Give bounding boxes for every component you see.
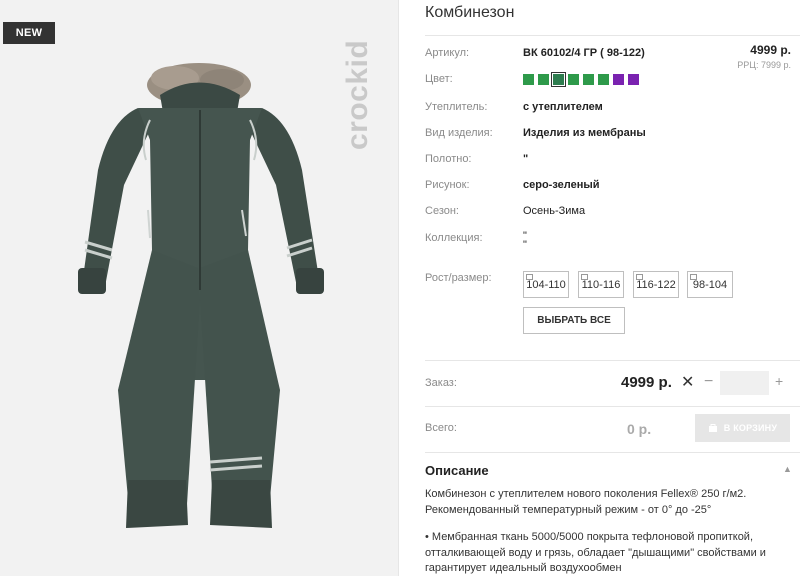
article-value: ВК 60102/4 ГР ( 98-122) bbox=[523, 47, 645, 59]
remove-icon[interactable]: ✕ bbox=[681, 372, 694, 392]
order-price: 4999 р. bbox=[621, 374, 672, 391]
rrp-price: РРЦ: 7999 р. bbox=[737, 60, 791, 70]
decrease-button[interactable]: − bbox=[704, 373, 713, 391]
divider bbox=[425, 452, 800, 453]
product-image-panel[interactable]: NEW crockid bbox=[0, 0, 398, 576]
color-swatch[interactable] bbox=[538, 74, 549, 85]
cart-icon bbox=[708, 424, 717, 432]
add-to-cart-button[interactable]: В КОРЗИНУ bbox=[695, 414, 790, 442]
description-paragraph: Комбинезон с утеплителем нового поколени… bbox=[425, 488, 747, 516]
size-label: Рост/размер: bbox=[425, 272, 492, 284]
add-to-cart-label: В КОРЗИНУ bbox=[723, 423, 778, 433]
pattern-label: Рисунок: bbox=[425, 179, 470, 191]
product-title: Комбинезон bbox=[425, 4, 515, 21]
color-swatch[interactable] bbox=[568, 74, 579, 85]
color-label: Цвет: bbox=[425, 73, 453, 85]
item-type-value: Изделия из мембраны bbox=[523, 127, 646, 139]
select-all-button[interactable]: ВЫБРАТЬ ВСЕ bbox=[523, 307, 625, 334]
color-swatch[interactable] bbox=[598, 74, 609, 85]
divider bbox=[425, 35, 800, 36]
collection-label: Коллекция: bbox=[425, 232, 483, 244]
total-value: 0 р. bbox=[627, 421, 652, 437]
article-label: Артикул: bbox=[425, 47, 470, 59]
product-info-panel: Комбинезон Артикул: ВК 60102/4 ГР ( 98-1… bbox=[399, 0, 800, 576]
product-price: 4999 р. bbox=[750, 43, 791, 57]
color-swatch[interactable] bbox=[613, 74, 624, 85]
size-corner-icon bbox=[526, 274, 533, 280]
size-option-label: 98-104 bbox=[692, 279, 728, 291]
divider bbox=[425, 360, 800, 361]
brand-logo: crockid bbox=[341, 39, 374, 150]
color-swatches bbox=[523, 72, 639, 87]
size-corner-icon bbox=[690, 274, 697, 280]
size-option-label: 104-110 bbox=[526, 279, 566, 291]
color-swatch[interactable] bbox=[583, 74, 594, 85]
color-swatch[interactable] bbox=[628, 74, 639, 85]
increase-button[interactable]: + bbox=[775, 373, 783, 389]
pattern-value: серо-зеленый bbox=[523, 179, 600, 191]
color-swatch[interactable] bbox=[523, 74, 534, 85]
size-option[interactable]: 116-122 bbox=[633, 271, 679, 298]
size-corner-icon bbox=[636, 274, 643, 280]
insulation-label: Утеплитель: bbox=[425, 101, 488, 113]
description-paragraph: • Мембранная ткань 5000/5000 покрыта теф… bbox=[425, 531, 766, 574]
insulation-value: с утеплителем bbox=[523, 101, 603, 113]
fabric-value: " bbox=[523, 153, 529, 165]
item-type-label: Вид изделия: bbox=[425, 127, 493, 139]
collapse-icon[interactable]: ▲ bbox=[783, 464, 792, 474]
quantity-input[interactable] bbox=[720, 371, 769, 395]
order-label: Заказ: bbox=[425, 377, 457, 389]
size-option-label: 110-116 bbox=[581, 279, 621, 291]
size-option-label: 116-122 bbox=[636, 279, 676, 291]
size-corner-icon bbox=[581, 274, 588, 280]
total-label: Всего: bbox=[425, 422, 457, 434]
season-label: Сезон: bbox=[425, 205, 459, 217]
collection-value-extra: " bbox=[523, 239, 527, 251]
product-image bbox=[78, 63, 324, 528]
description-heading[interactable]: Описание bbox=[425, 463, 489, 478]
season-value: Осень-Зима bbox=[523, 205, 586, 217]
size-option[interactable]: 110-116 bbox=[578, 271, 624, 298]
size-option[interactable]: 98-104 bbox=[687, 271, 733, 298]
size-option[interactable]: 104-110 bbox=[523, 271, 569, 298]
fabric-label: Полотно: bbox=[425, 153, 472, 165]
color-swatch-selected[interactable] bbox=[551, 72, 566, 87]
divider bbox=[425, 406, 800, 407]
